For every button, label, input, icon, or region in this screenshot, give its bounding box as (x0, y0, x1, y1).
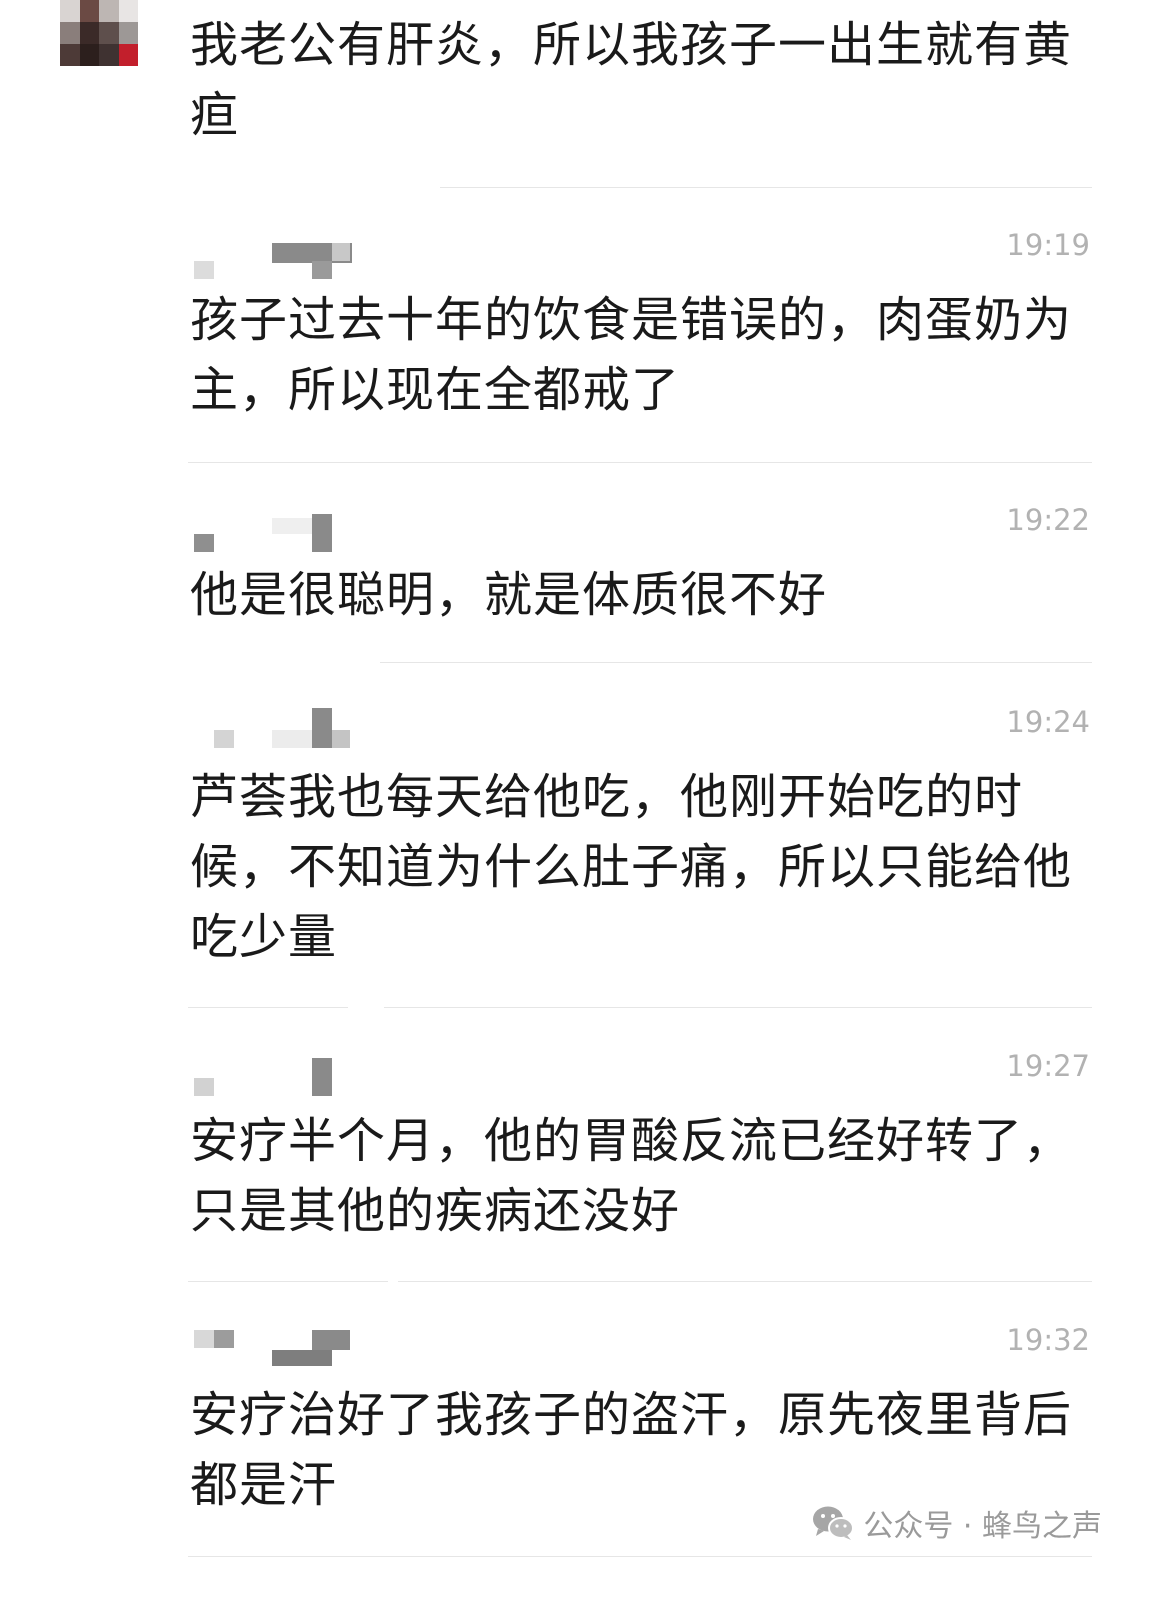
divider (188, 462, 1092, 463)
watermark: 公众号 · 蜂鸟之声 (811, 1500, 1102, 1546)
timestamp: 19:22 (1006, 503, 1090, 537)
divider (188, 1556, 1092, 1557)
comment-text: 安疗治好了我孩子的盗汗，原先夜里背后都是汗 (190, 1387, 1073, 1513)
username-mosaic (194, 708, 374, 748)
comment-text: 芦荟我也每天给他吃，他刚开始吃的时候，不知道为什么肚子痛，所以只能给他吃少量 (190, 769, 1073, 965)
divider (188, 1007, 348, 1008)
timestamp: 19:19 (1006, 228, 1090, 262)
username-mosaic (194, 1058, 374, 1096)
timestamp: 19:24 (1006, 705, 1090, 739)
username-mosaic (194, 1330, 374, 1366)
avatar (60, 0, 138, 66)
timestamp: 19:27 (1006, 1049, 1090, 1083)
timestamp: 19:32 (1006, 1323, 1090, 1357)
watermark-label: 公众号 · 蜂鸟之声 (863, 1509, 1102, 1544)
divider (398, 1281, 1092, 1282)
divider (188, 1281, 388, 1282)
username-mosaic (194, 243, 374, 279)
divider (384, 1007, 1092, 1008)
comment-text: 我老公有肝炎，所以我孩子一出生就有黄疸 (190, 17, 1073, 143)
divider (380, 662, 1092, 663)
username-mosaic (194, 514, 374, 552)
comment-text: 孩子过去十年的饮食是错误的，肉蛋奶为主，所以现在全都戒了 (190, 292, 1073, 418)
divider (440, 187, 1092, 188)
comment-text: 安疗半个月，他的胃酸反流已经好转了，只是其他的疾病还没好 (190, 1113, 1073, 1239)
wechat-icon (811, 1504, 855, 1542)
comment-text: 他是很聪明，就是体质很不好 (190, 567, 828, 623)
